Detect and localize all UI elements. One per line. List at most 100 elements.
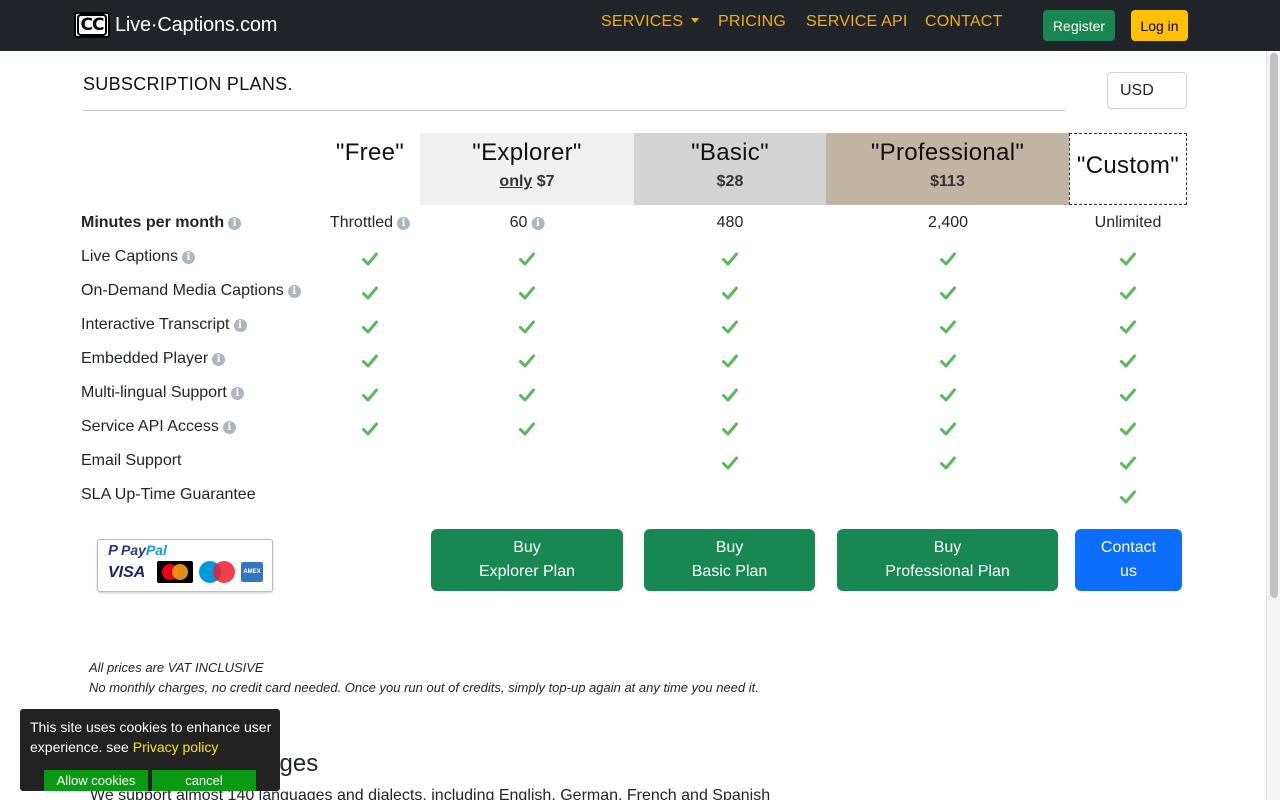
- register-button[interactable]: Register: [1043, 10, 1115, 41]
- check-icon: [940, 422, 956, 436]
- mastercard-icon: [157, 561, 193, 583]
- check-icon: [722, 354, 738, 368]
- check-icon: [940, 286, 956, 300]
- check-icon: [940, 354, 956, 368]
- check-icon: [1120, 286, 1136, 300]
- feature-label: Interactive Transcript i: [81, 316, 247, 334]
- allow-cookies-button[interactable]: Allow cookies: [44, 770, 148, 791]
- info-icon[interactable]: i: [212, 353, 226, 366]
- cookie-banner: This site uses cookies to enhance user e…: [20, 709, 280, 791]
- contact-us-button[interactable]: Contact us: [1075, 529, 1182, 591]
- maestro-icon: [199, 561, 235, 583]
- nav-contact[interactable]: CONTACT: [925, 13, 1003, 31]
- paypal-icon: P: [108, 542, 119, 559]
- info-icon[interactable]: i: [531, 217, 545, 230]
- plan-header-free: "Free": [320, 133, 420, 205]
- check-icon: [722, 252, 738, 266]
- check-icon: [1120, 422, 1136, 436]
- info-icon[interactable]: i: [222, 421, 236, 434]
- check-icon: [1120, 354, 1136, 368]
- buy-explorer-button[interactable]: Buy Explorer Plan: [431, 529, 623, 591]
- visa-logo: VISA: [108, 564, 146, 581]
- info-icon[interactable]: i: [287, 285, 301, 298]
- check-icon: [940, 320, 956, 334]
- check-icon: [362, 422, 378, 436]
- check-icon: [722, 320, 738, 334]
- minutes-value: Unlimited: [1094, 214, 1162, 231]
- brand-logo-icon: CC: [74, 12, 110, 38]
- plan-header-professional: "Professional" $113: [826, 133, 1069, 205]
- check-icon: [519, 388, 535, 402]
- login-button[interactable]: Log in: [1131, 10, 1188, 41]
- currency-select[interactable]: USD: [1107, 72, 1187, 109]
- info-icon[interactable]: i: [230, 387, 244, 400]
- title-divider: [83, 110, 1065, 111]
- plan-price: $28: [716, 173, 744, 190]
- minutes-value: 480: [716, 214, 744, 231]
- privacy-policy-link[interactable]: Privacy policy: [133, 739, 219, 755]
- feature-label: SLA Up-Time Guarantee: [81, 486, 256, 503]
- check-icon: [722, 388, 738, 402]
- plan-name: "Custom": [1076, 152, 1180, 179]
- check-icon: [940, 456, 956, 470]
- vat-note: All prices are VAT INCLUSIVE: [89, 660, 264, 675]
- check-icon: [1120, 456, 1136, 470]
- navbar: CC Live·Captions.com SERVICES PRICING SE…: [0, 0, 1280, 51]
- info-icon[interactable]: i: [228, 217, 242, 230]
- minutes-value: 2,400: [927, 214, 969, 231]
- check-icon: [722, 422, 738, 436]
- minutes-value: 60 i: [510, 214, 545, 232]
- check-icon: [362, 388, 378, 402]
- check-icon: [362, 354, 378, 368]
- credits-note: No monthly charges, no credit card neede…: [89, 680, 759, 695]
- check-icon: [722, 286, 738, 300]
- minutes-value: Throttled i: [330, 214, 411, 232]
- check-icon: [1120, 490, 1136, 504]
- plan-price: $113: [930, 173, 965, 190]
- cancel-cookies-button[interactable]: cancel: [152, 770, 256, 791]
- check-icon: [940, 252, 956, 266]
- nav-service-api[interactable]: SERVICE API: [806, 13, 908, 31]
- cookie-message: This site uses cookies to enhance user e…: [30, 719, 272, 755]
- payment-methods-badge: P PayPal VISA AMEX: [97, 539, 273, 592]
- plan-header-explorer: "Explorer" only $7: [420, 133, 634, 205]
- check-icon: [362, 286, 378, 300]
- caret-down-icon: [691, 18, 700, 23]
- check-icon: [1120, 320, 1136, 334]
- buy-basic-button[interactable]: Buy Basic Plan: [644, 529, 815, 591]
- scroll-thumb[interactable]: [1270, 53, 1278, 598]
- check-icon: [519, 320, 535, 334]
- brand-text: Live·Captions.com: [115, 13, 278, 36]
- plan-name: "Free": [335, 139, 405, 166]
- plan-price: only $7: [499, 173, 555, 190]
- feature-label: On-Demand Media Captions i: [81, 282, 301, 300]
- check-icon: [519, 252, 535, 266]
- info-icon[interactable]: i: [233, 319, 247, 332]
- page-scrollbar[interactable]: [1266, 51, 1280, 800]
- check-icon: [519, 354, 535, 368]
- info-icon[interactable]: i: [397, 217, 411, 230]
- feature-label: Service API Access i: [81, 418, 236, 436]
- buy-professional-button[interactable]: Buy Professional Plan: [837, 529, 1058, 591]
- check-icon: [362, 252, 378, 266]
- feature-label: Multi-lingual Support i: [81, 384, 244, 402]
- feature-label: Live Captions i: [81, 248, 195, 266]
- feature-label: Email Support: [81, 452, 182, 469]
- paypal-logo: P PayPal: [108, 542, 167, 559]
- plan-header-basic: "Basic" $28: [634, 133, 826, 205]
- plan-name: "Explorer": [472, 139, 582, 166]
- check-icon: [519, 286, 535, 300]
- nav-services[interactable]: SERVICES: [601, 13, 700, 31]
- feature-label: Minutes per month i: [81, 214, 242, 232]
- plan-name: "Professional": [870, 139, 1025, 166]
- page-title: SUBSCRIPTION PLANS.: [83, 74, 293, 94]
- plan-header-custom: "Custom": [1069, 133, 1187, 205]
- info-icon[interactable]: i: [181, 251, 195, 264]
- check-icon: [1120, 388, 1136, 402]
- feature-label: Embedded Player i: [81, 350, 226, 368]
- nav-pricing[interactable]: PRICING: [718, 13, 786, 31]
- check-icon: [940, 388, 956, 402]
- amex-logo: AMEX: [241, 562, 263, 582]
- plan-name: "Basic": [691, 139, 769, 166]
- brand-link[interactable]: CC Live·Captions.com: [74, 11, 277, 39]
